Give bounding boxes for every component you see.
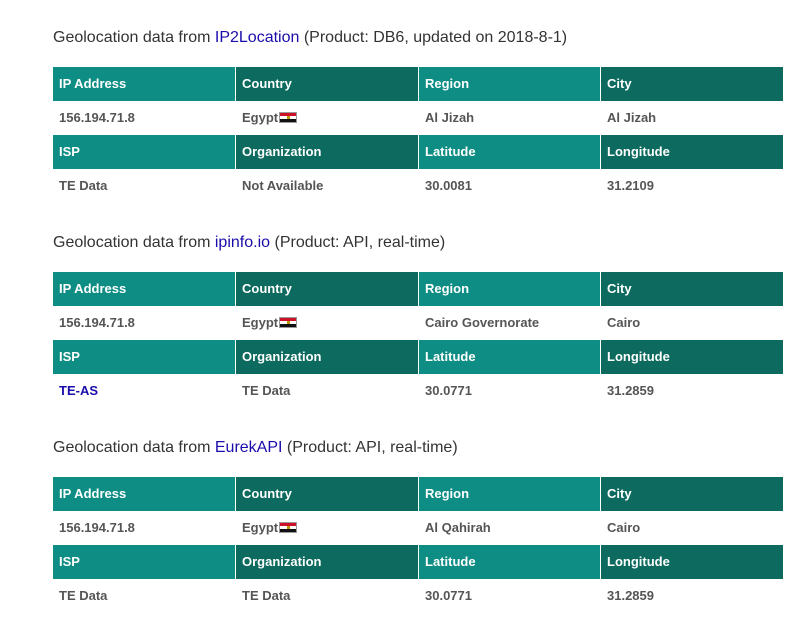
egypt-flag-icon: [279, 522, 298, 533]
header-row-location: IP Address Country Region City: [53, 272, 783, 306]
value-organization: Not Available: [236, 169, 419, 203]
provider-link-ipinfo[interactable]: ipinfo.io: [215, 234, 270, 251]
header-organization: Organization: [236, 545, 419, 579]
value-latitude: 30.0081: [419, 169, 601, 203]
value-row-location: 156.194.71.8 Egypt Al Jizah Al Jizah: [53, 101, 783, 135]
header-country: Country: [236, 272, 419, 306]
heading-prefix: Geolocation data from: [53, 439, 211, 456]
value-row-network: TE Data Not Available 30.0081 31.2109: [53, 169, 783, 203]
header-row-network: ISP Organization Latitude Longitude: [53, 545, 783, 579]
header-isp: ISP: [53, 545, 236, 579]
country-name: Egypt: [242, 315, 279, 330]
value-longitude: 31.2109: [601, 169, 783, 203]
value-organization: TE Data: [236, 579, 419, 613]
header-row-location: IP Address Country Region City: [53, 67, 783, 101]
header-city: City: [601, 477, 783, 511]
header-isp: ISP: [53, 135, 236, 169]
value-region: Cairo Governorate: [419, 306, 601, 340]
value-ip-address: 156.194.71.8: [53, 306, 236, 340]
provider-link-ip2location[interactable]: IP2Location: [215, 29, 300, 46]
header-row-network: ISP Organization Latitude Longitude: [53, 135, 783, 169]
heading-prefix: Geolocation data from: [53, 234, 211, 251]
value-longitude: 31.2859: [601, 579, 783, 613]
header-country: Country: [236, 67, 419, 101]
egypt-flag-icon: [279, 112, 298, 123]
value-longitude: 31.2859: [601, 374, 783, 408]
value-organization: TE Data: [236, 374, 419, 408]
value-latitude: 30.0771: [419, 374, 601, 408]
value-row-network: TE-AS TE Data 30.0771 31.2859: [53, 374, 783, 408]
value-row-location: 156.194.71.8 Egypt Cairo Governorate Cai…: [53, 306, 783, 340]
header-ip-address: IP Address: [53, 272, 236, 306]
value-city: Al Jizah: [601, 101, 783, 135]
header-isp: ISP: [53, 340, 236, 374]
value-ip-address: 156.194.71.8: [53, 511, 236, 545]
header-city: City: [601, 272, 783, 306]
header-country: Country: [236, 477, 419, 511]
header-region: Region: [419, 477, 601, 511]
value-isp: TE Data: [53, 579, 236, 613]
value-isp: TE Data: [53, 169, 236, 203]
value-city: Cairo: [601, 306, 783, 340]
egypt-flag-icon: [279, 317, 298, 328]
header-longitude: Longitude: [601, 545, 783, 579]
value-region: Al Jizah: [419, 101, 601, 135]
geolocation-section-ip2location: Geolocation data from IP2Location (Produ…: [53, 26, 783, 203]
header-organization: Organization: [236, 135, 419, 169]
heading-suffix: (Product: API, real-time): [274, 234, 446, 251]
heading-prefix: Geolocation data from: [53, 29, 211, 46]
value-country: Egypt: [236, 306, 419, 340]
header-ip-address: IP Address: [53, 477, 236, 511]
country-name: Egypt: [242, 110, 279, 125]
header-ip-address: IP Address: [53, 67, 236, 101]
header-region: Region: [419, 67, 601, 101]
header-longitude: Longitude: [601, 340, 783, 374]
header-organization: Organization: [236, 340, 419, 374]
value-city: Cairo: [601, 511, 783, 545]
value-country: Egypt: [236, 101, 419, 135]
value-ip-address: 156.194.71.8: [53, 101, 236, 135]
geolocation-section-eurekapi: Geolocation data from EurekAPI (Product:…: [53, 436, 783, 613]
header-row-network: ISP Organization Latitude Longitude: [53, 340, 783, 374]
geolocation-section-ipinfo: Geolocation data from ipinfo.io (Product…: [53, 231, 783, 408]
value-row-network: TE Data TE Data 30.0771 31.2859: [53, 579, 783, 613]
heading-suffix: (Product: DB6, updated on 2018-8-1): [303, 29, 568, 46]
heading-suffix: (Product: API, real-time): [286, 439, 458, 456]
section-heading: Geolocation data from IP2Location (Produ…: [53, 26, 783, 50]
provider-link-eurekapi[interactable]: EurekAPI: [215, 439, 283, 456]
header-longitude: Longitude: [601, 135, 783, 169]
header-row-location: IP Address Country Region City: [53, 477, 783, 511]
header-region: Region: [419, 272, 601, 306]
section-heading: Geolocation data from EurekAPI (Product:…: [53, 436, 783, 460]
value-region: Al Qahirah: [419, 511, 601, 545]
section-heading: Geolocation data from ipinfo.io (Product…: [53, 231, 783, 255]
value-row-location: 156.194.71.8 Egypt Al Qahirah Cairo: [53, 511, 783, 545]
header-latitude: Latitude: [419, 545, 601, 579]
value-isp-link[interactable]: TE-AS: [53, 374, 236, 408]
country-name: Egypt: [242, 520, 279, 535]
value-country: Egypt: [236, 511, 419, 545]
header-latitude: Latitude: [419, 340, 601, 374]
header-latitude: Latitude: [419, 135, 601, 169]
value-latitude: 30.0771: [419, 579, 601, 613]
header-city: City: [601, 67, 783, 101]
